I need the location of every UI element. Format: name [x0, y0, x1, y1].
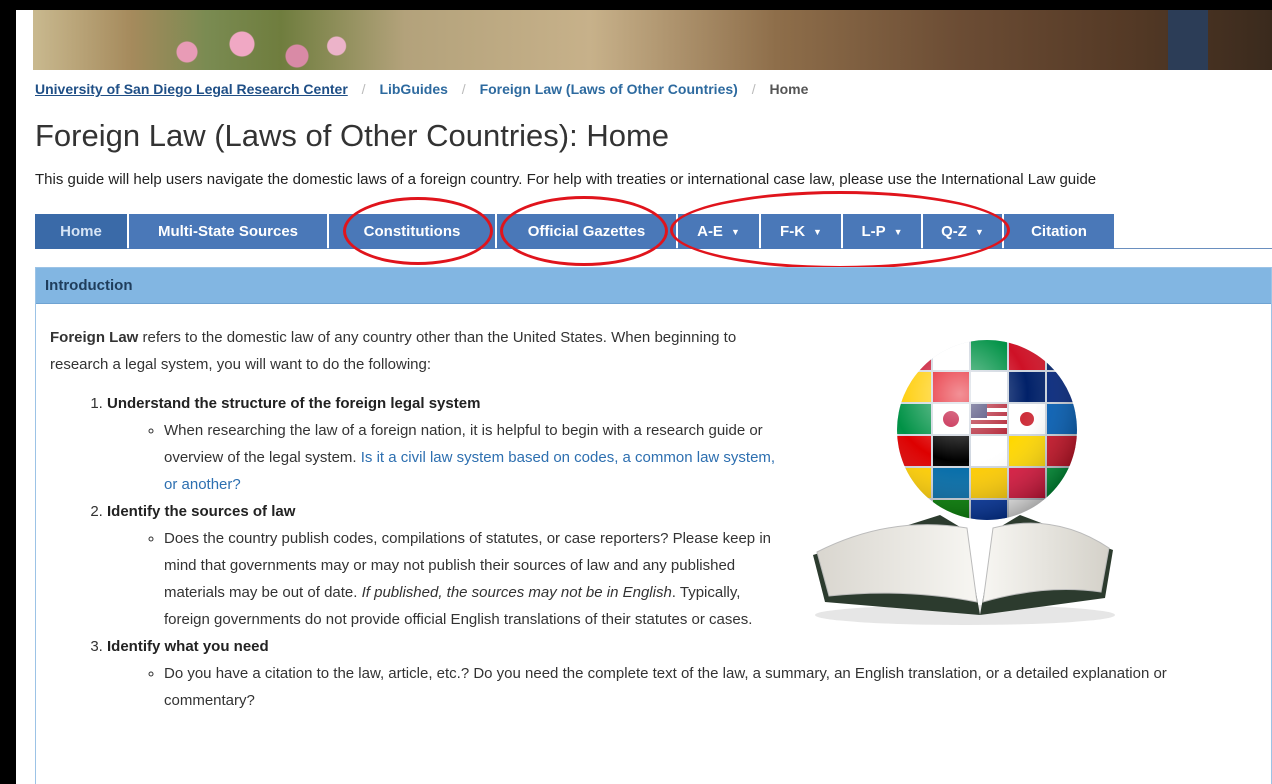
header-banner-image [33, 10, 1272, 70]
list-item: Does the country publish codes, compilat… [164, 525, 790, 633]
step-title: Identify what you need [107, 638, 269, 655]
breadcrumb-separator: / [361, 81, 366, 97]
introduction-content: Foreign Law refers to the domestic law o… [50, 324, 1167, 714]
tab-label: F-K [780, 223, 806, 240]
tab-label: L-P [861, 223, 886, 240]
flag-globe-on-book-image [813, 340, 1115, 625]
tab-official-gazettes[interactable]: Official Gazettes [497, 214, 676, 249]
tab-label: Official Gazettes [527, 223, 646, 240]
step-title: Understand the structure of the foreign … [107, 395, 481, 412]
breadcrumb-current: Home [769, 81, 809, 97]
step-italic-text: If published, the sources may not be in … [361, 584, 672, 601]
list-item: Understand the structure of the foreign … [107, 390, 790, 498]
panel-heading: Introduction [36, 268, 1271, 304]
intro-paragraph: Foreign Law refers to the domestic law o… [50, 324, 790, 378]
guide-tab-bar: Home Multi-State Sources Constitutions O… [35, 214, 1272, 249]
breadcrumb: University of San Diego Legal Research C… [35, 81, 808, 97]
list-item: Identify what you need Do you have a cit… [107, 633, 1167, 714]
tab-label: Home [60, 223, 102, 240]
breadcrumb-separator: / [461, 81, 466, 97]
tab-a-e[interactable]: A-E ▼ [678, 214, 759, 249]
breadcrumb-link-foreign-law[interactable]: Foreign Law (Laws of Other Countries) [480, 81, 738, 97]
screenshot-frame-top [0, 0, 1272, 10]
tab-label: Q-Z [941, 223, 967, 240]
research-steps-list: Understand the structure of the foreign … [50, 390, 1167, 714]
step-text: Do you have a citation to the law, artic… [164, 665, 1167, 709]
list-item: Do you have a citation to the law, artic… [164, 660, 1217, 714]
chevron-down-icon: ▼ [974, 226, 984, 237]
page-description: This guide will help users navigate the … [35, 171, 1097, 188]
tab-f-k[interactable]: F-K ▼ [761, 214, 841, 249]
tab-q-z[interactable]: Q-Z ▼ [923, 214, 1002, 249]
tab-l-p[interactable]: L-P ▼ [843, 214, 921, 249]
tab-home[interactable]: Home [35, 214, 127, 249]
list-item: When researching the law of a foreign na… [164, 417, 790, 498]
tab-label: Constitutions [363, 223, 461, 240]
page-title: Foreign Law (Laws of Other Countries): H… [35, 118, 670, 153]
breadcrumb-separator: / [751, 81, 756, 97]
tab-citation[interactable]: Citation [1004, 214, 1114, 249]
intro-text: refers to the domestic law of any countr… [50, 329, 737, 373]
chevron-down-icon: ▼ [730, 226, 740, 237]
tab-constitutions[interactable]: Constitutions [329, 214, 495, 249]
breadcrumb-link-usd[interactable]: University of San Diego Legal Research C… [35, 81, 348, 97]
chevron-down-icon: ▼ [813, 226, 822, 237]
intro-term: Foreign Law [50, 329, 139, 346]
list-item: Identify the sources of law Does the cou… [107, 498, 790, 633]
tab-label: Multi-State Sources [157, 223, 299, 240]
breadcrumb-link-libguides[interactable]: LibGuides [379, 81, 447, 97]
tab-label: A-E [697, 223, 723, 240]
step-title: Identify the sources of law [107, 503, 296, 520]
tab-multi-state-sources[interactable]: Multi-State Sources [129, 214, 327, 249]
tab-label: Citation [1031, 223, 1087, 240]
screenshot-frame-left [0, 0, 16, 784]
chevron-down-icon: ▼ [893, 226, 903, 237]
